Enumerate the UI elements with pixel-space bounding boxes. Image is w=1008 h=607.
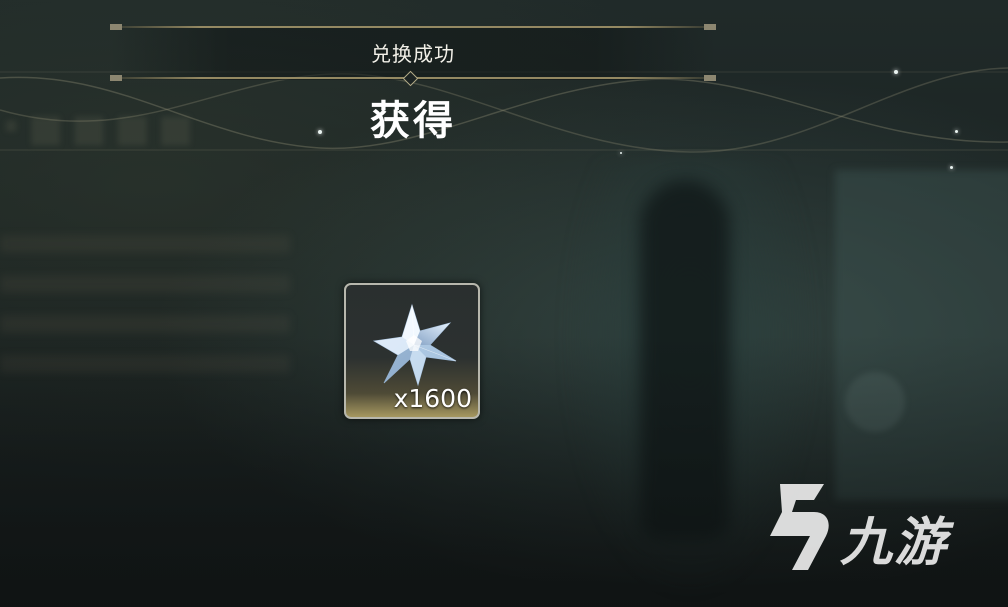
sparkle: [620, 152, 622, 154]
sparkle: [318, 130, 322, 134]
reward-quantity: x1600: [393, 384, 472, 413]
obtained-title: 获得: [370, 98, 456, 144]
reward-screen[interactable]: ·▪▪▪▪ 兑换成功 获得: [0, 0, 1008, 607]
header-top-line: [110, 24, 716, 30]
sparkle: [955, 130, 958, 133]
watermark-text: 九游: [840, 513, 949, 573]
exchange-success-label: 兑换成功: [371, 42, 455, 66]
sparkle: [894, 70, 898, 74]
reward-item-card[interactable]: x1600: [344, 283, 480, 419]
crystal-star-icon: [372, 303, 457, 387]
sparkle: [950, 166, 953, 169]
